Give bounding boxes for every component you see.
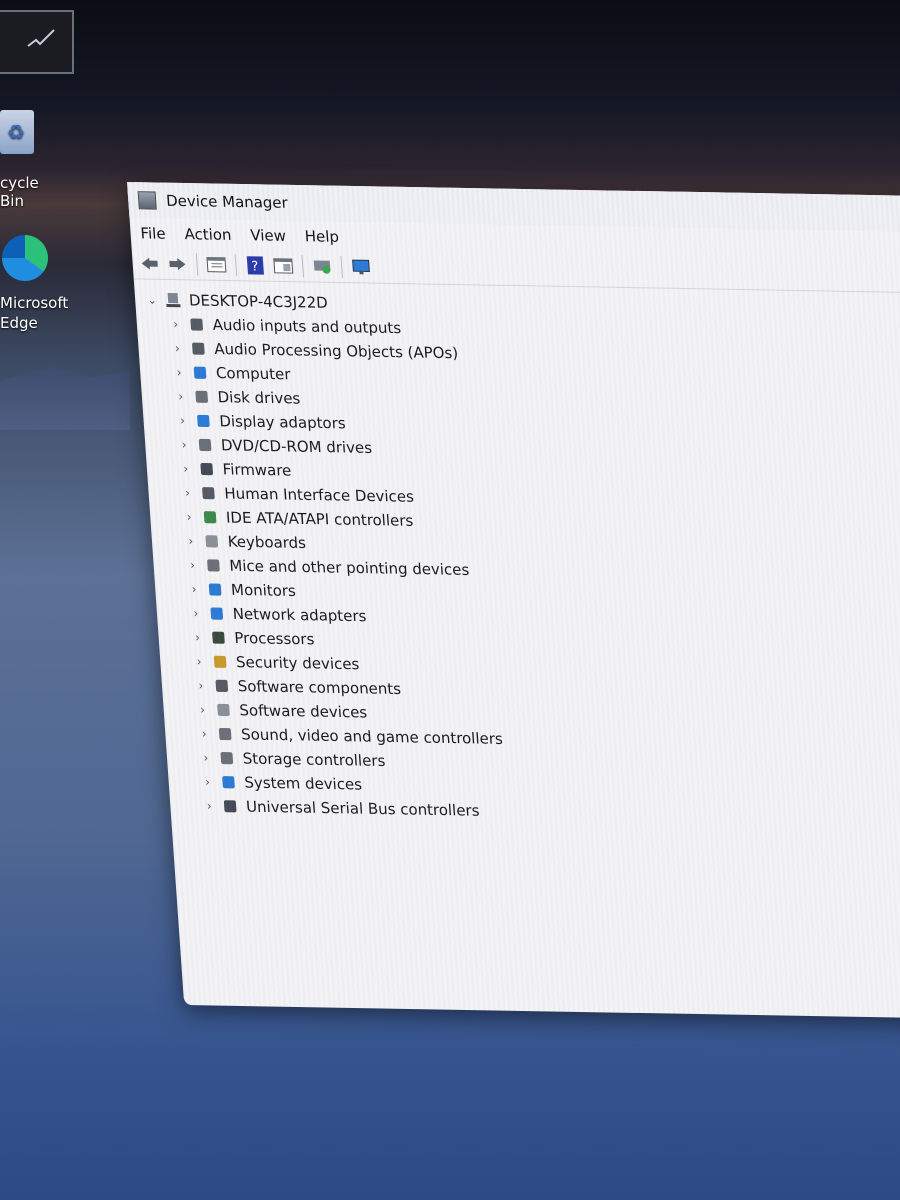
tree-item-label: DVD/CD-ROM drives — [220, 436, 373, 457]
tree-item-label: Disk drives — [217, 388, 301, 408]
window-title: Device Manager — [165, 191, 289, 212]
tree-item-label: Universal Serial Bus controllers — [245, 797, 481, 820]
hid-icon — [200, 485, 219, 501]
tree-item-label: IDE ATA/ATAPI controllers — [225, 508, 414, 530]
menu-file[interactable]: File — [140, 224, 166, 243]
tree-item-label: Software devices — [238, 701, 368, 722]
device-manager-window[interactable]: Device Manager File Action View Help ? ⌄… — [127, 182, 900, 1020]
keyboard-icon — [203, 533, 222, 549]
toolbar-separator — [301, 255, 305, 278]
desktop-icon-recycle-bin[interactable]: cycle Bin — [0, 110, 60, 210]
chevron-right-icon[interactable]: › — [200, 799, 219, 813]
chevron-right-icon[interactable]: › — [188, 630, 207, 644]
tree-item-label: Firmware — [222, 460, 292, 480]
pen-icon — [27, 29, 55, 47]
chevron-right-icon[interactable]: › — [168, 341, 187, 355]
tree-item-label: Storage controllers — [242, 749, 386, 770]
monitor-icon[interactable] — [349, 256, 372, 278]
chevron-right-icon[interactable]: › — [193, 702, 212, 717]
disk-icon — [193, 389, 212, 405]
speaker-icon — [190, 340, 209, 356]
ide-icon — [202, 509, 221, 525]
mountains — [0, 367, 130, 430]
desktop-icon-label: Microsoft Edge — [0, 294, 69, 332]
chevron-right-icon[interactable]: › — [178, 486, 197, 500]
scan-hardware-icon[interactable] — [310, 255, 333, 277]
chevron-right-icon[interactable]: › — [198, 775, 217, 789]
chevron-right-icon[interactable]: › — [170, 365, 189, 379]
monitor-icon — [207, 581, 226, 597]
sound-icon — [217, 726, 236, 742]
dvd-icon — [197, 437, 216, 453]
window-thumbnail[interactable] — [0, 10, 74, 74]
menu-view[interactable]: View — [250, 226, 287, 245]
system-folder-icon — [220, 774, 239, 790]
processor-icon — [210, 630, 229, 646]
chevron-right-icon[interactable]: › — [191, 678, 210, 692]
tree-item-label: Monitors — [230, 580, 297, 600]
storage-icon — [218, 750, 237, 766]
tree-item-label: Computer — [215, 363, 292, 384]
chevron-right-icon[interactable]: › — [186, 606, 205, 620]
security-icon — [212, 654, 231, 670]
menu-help[interactable]: Help — [304, 227, 339, 246]
software-component-icon — [213, 678, 232, 694]
chevron-right-icon[interactable]: › — [171, 389, 190, 403]
tree-item-label: System devices — [243, 773, 363, 794]
chevron-right-icon[interactable]: › — [180, 510, 199, 524]
software-device-icon — [215, 702, 234, 718]
chevron-right-icon[interactable]: › — [176, 462, 195, 476]
svg-text:?: ? — [251, 259, 259, 274]
desktop-icon-label: cycle Bin — [0, 174, 39, 210]
help-icon[interactable]: ? — [244, 254, 267, 276]
network-icon — [208, 605, 227, 621]
display-adapter-icon — [195, 413, 214, 429]
tree-items: › Audio inputs and outputs › Audio Processi… — [144, 312, 900, 832]
toolbar-separator — [234, 254, 238, 277]
chevron-right-icon[interactable]: › — [195, 727, 214, 741]
speaker-icon — [188, 316, 207, 332]
tree-item-label: Display adaptors — [218, 412, 347, 433]
chevron-down-icon[interactable]: ⌄ — [143, 293, 162, 306]
chevron-right-icon[interactable]: › — [175, 437, 194, 452]
chevron-right-icon[interactable]: › — [166, 317, 185, 331]
firmware-icon — [198, 461, 217, 477]
back-arrow-icon[interactable] — [138, 252, 161, 274]
forward-arrow-icon[interactable] — [166, 253, 189, 275]
chevron-right-icon[interactable]: › — [183, 558, 202, 572]
tree-root-label: DESKTOP-4C3J22D — [188, 291, 329, 312]
recycle-bin-icon — [0, 110, 34, 154]
menu-action[interactable]: Action — [184, 225, 232, 244]
mouse-icon — [205, 557, 224, 573]
chevron-right-icon[interactable]: › — [190, 654, 209, 668]
computer-icon — [191, 365, 210, 381]
tree-item-label: Mice and other pointing devices — [228, 556, 470, 579]
tree-item-label: Audio Processing Objects (APOs) — [213, 339, 459, 363]
tree-item-label: Processors — [233, 628, 315, 649]
usb-icon — [222, 798, 241, 814]
tree-item-label: Human Interface Devices — [223, 484, 415, 506]
device-tree: ⌄ DESKTOP-4C3J22D › Audio inputs and outp… — [134, 279, 900, 832]
tree-item-label: Software components — [237, 677, 402, 699]
tree-item-label: Security devices — [235, 653, 360, 674]
edge-icon — [2, 235, 48, 281]
toolbar-separator — [340, 255, 343, 279]
computer-icon — [165, 292, 184, 308]
desktop-icon-edge[interactable]: Microsoft Edge — [0, 235, 69, 333]
tree-item-label: Network adapters — [232, 604, 367, 626]
show-hide-icon[interactable] — [272, 255, 295, 277]
tree-item-label: Keyboards — [227, 532, 307, 553]
tree-item-label: Sound, video and game controllers — [240, 725, 504, 748]
toolbar-separator — [195, 253, 199, 276]
chevron-right-icon[interactable]: › — [185, 582, 204, 596]
chevron-right-icon[interactable]: › — [173, 413, 192, 427]
chevron-right-icon[interactable]: › — [196, 751, 215, 765]
device-manager-icon — [137, 191, 157, 210]
properties-icon[interactable] — [205, 254, 228, 276]
chevron-right-icon[interactable]: › — [181, 534, 200, 548]
tree-item-label: Audio inputs and outputs — [212, 315, 402, 338]
